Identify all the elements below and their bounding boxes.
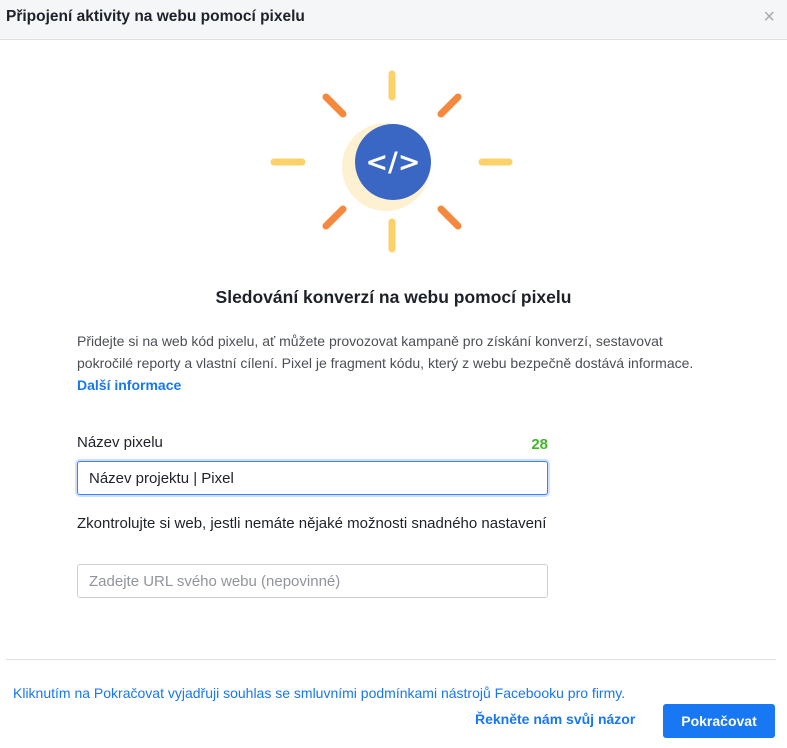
sun-illustration: </> xyxy=(270,70,513,253)
description-body: Přidejte si na web kód pixelu, ať můžete… xyxy=(77,333,694,371)
ray-bottom-right xyxy=(437,205,462,230)
ray-bottom-left xyxy=(322,205,347,230)
section-headline: Sledování konverzí na webu pomocí pixelu xyxy=(215,287,572,307)
pixel-setup-dialog: Připojení aktivity na webu pomocí pixelu… xyxy=(0,0,787,748)
pixel-name-label: Název pixelu xyxy=(77,434,163,451)
pixel-illustration: </> xyxy=(269,67,519,262)
dialog-title: Připojení aktivity na webu pomocí pixelu xyxy=(6,8,305,25)
website-url-input[interactable] xyxy=(77,564,548,598)
ray-top-right xyxy=(437,93,462,118)
description-text: Přidejte si na web kód pixelu, ať můžete… xyxy=(77,330,717,396)
feedback-link[interactable]: Řekněte nám svůj názor xyxy=(475,711,635,727)
pixel-name-char-counter: 28 xyxy=(531,436,548,453)
ray-top-left xyxy=(322,93,347,118)
dialog-header: Připojení aktivity na webu pomocí pixelu… xyxy=(0,0,787,40)
terms-text: Kliknutím na Pokračovat vyjadřuji souhla… xyxy=(13,685,626,701)
close-icon[interactable]: × xyxy=(763,7,775,27)
pixel-name-input[interactable] xyxy=(77,461,548,495)
learn-more-link[interactable]: Další informace xyxy=(77,377,181,393)
code-icon: </> xyxy=(365,147,420,178)
footer-divider xyxy=(6,659,776,660)
continue-button[interactable]: Pokračovat xyxy=(663,704,775,738)
website-check-label: Zkontrolujte si web, jestli nemáte nějak… xyxy=(77,515,547,532)
